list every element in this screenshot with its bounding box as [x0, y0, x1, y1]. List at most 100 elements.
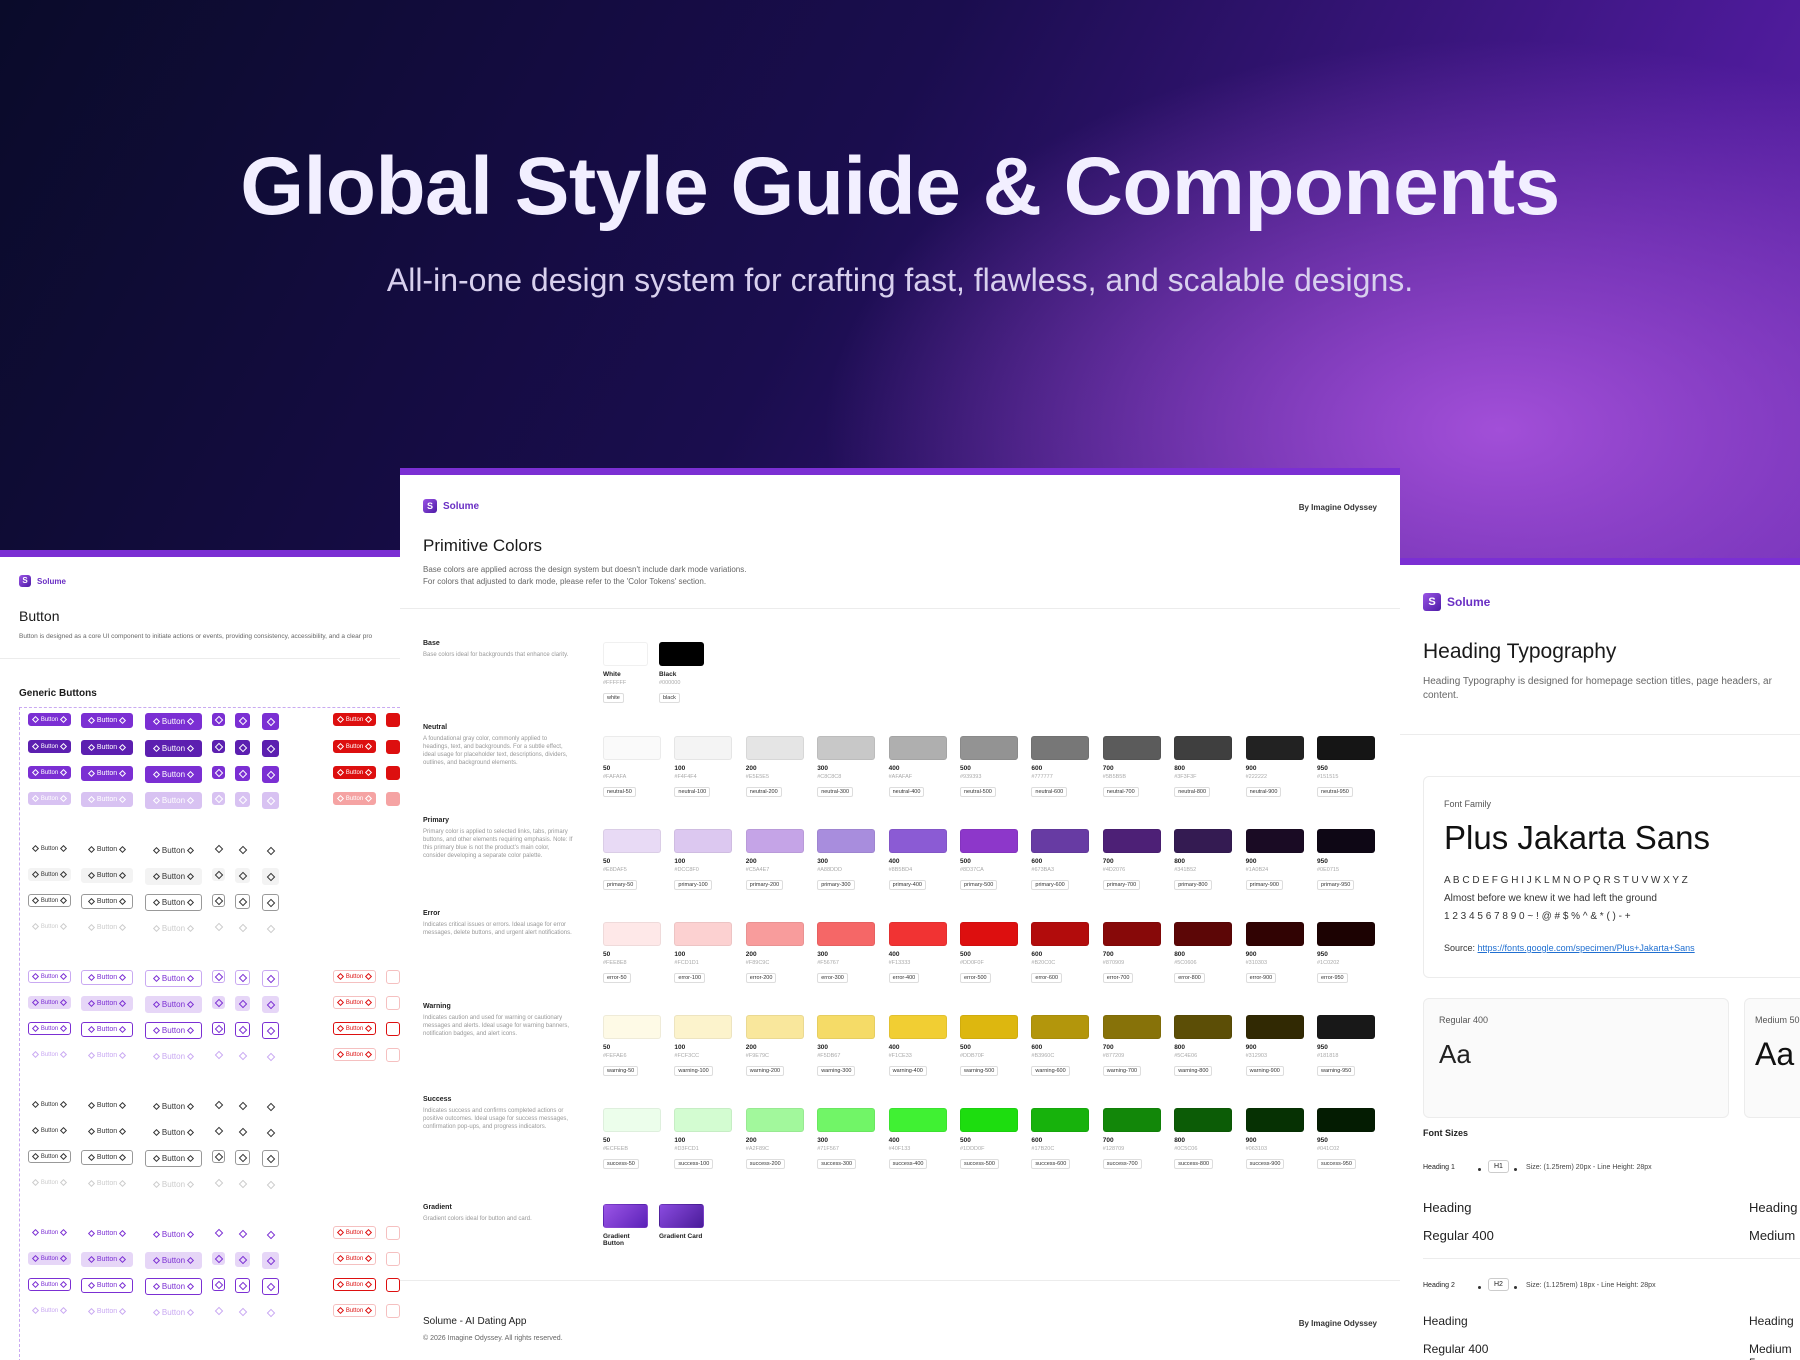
- swatch-success-300[interactable]: 300 #71F567 success-300: [817, 1108, 876, 1170]
- button-sample[interactable]: Button: [145, 740, 202, 757]
- swatch-error-400[interactable]: 400 #F13333 error-400: [888, 922, 947, 984]
- button-sample[interactable]: Button: [81, 1278, 133, 1293]
- danger-icon-button-sample[interactable]: [386, 1226, 400, 1240]
- danger-button-sample[interactable]: Button: [333, 1304, 376, 1317]
- icon-button-sample[interactable]: [235, 1098, 250, 1113]
- icon-button-sample[interactable]: [262, 1022, 279, 1039]
- icon-button-sample[interactable]: [212, 970, 225, 983]
- swatch-neutral-300[interactable]: 300 #C8C8C8 neutral-300: [817, 736, 876, 798]
- swatch-error-900[interactable]: 900 #310303 error-900: [1245, 922, 1304, 984]
- swatch-neutral-200[interactable]: 200 #E5E5E5 neutral-200: [745, 736, 804, 798]
- swatch-primary-800[interactable]: 800 #341B52 primary-800: [1174, 829, 1233, 891]
- icon-button-sample[interactable]: [212, 1150, 225, 1163]
- icon-button-sample[interactable]: [235, 868, 250, 883]
- button-sample[interactable]: Button: [28, 1124, 71, 1137]
- swatch-success-400[interactable]: 400 #40F133 success-400: [888, 1108, 947, 1170]
- swatch-white[interactable]: White #FFFFFF white: [603, 642, 648, 704]
- danger-icon-button-sample[interactable]: [386, 740, 400, 754]
- button-sample[interactable]: Button: [28, 1304, 71, 1317]
- button-sample[interactable]: Button: [81, 894, 133, 909]
- swatch-success-100[interactable]: 100 #D3FCD1 success-100: [674, 1108, 733, 1170]
- icon-button-sample[interactable]: [262, 1226, 279, 1243]
- swatch-success-800[interactable]: 800 #0C5C06 success-800: [1174, 1108, 1233, 1170]
- icon-button-sample[interactable]: [235, 792, 250, 807]
- button-sample[interactable]: Button: [81, 868, 133, 883]
- icon-button-sample[interactable]: [262, 970, 279, 987]
- button-sample[interactable]: Button: [28, 713, 71, 726]
- danger-icon-button-sample[interactable]: [386, 1304, 400, 1318]
- swatch-primary-600[interactable]: 600 #673BA3 primary-600: [1031, 829, 1090, 891]
- button-sample[interactable]: Button: [28, 1150, 71, 1163]
- button-sample[interactable]: Button: [145, 1098, 202, 1115]
- button-sample[interactable]: Button: [81, 740, 133, 755]
- button-sample[interactable]: Button: [145, 1022, 202, 1039]
- danger-icon-button-sample[interactable]: [386, 1048, 400, 1062]
- icon-button-sample[interactable]: [212, 1048, 225, 1061]
- icon-button-sample[interactable]: [235, 970, 250, 985]
- swatch-error-700[interactable]: 700 #870909 error-700: [1102, 922, 1161, 984]
- swatch-error-100[interactable]: 100 #FCD1D1 error-100: [674, 922, 733, 984]
- button-sample[interactable]: Button: [28, 1176, 71, 1189]
- button-sample[interactable]: Button: [28, 1226, 71, 1239]
- swatch-error-950[interactable]: 950 #1C0202 error-950: [1317, 922, 1375, 984]
- button-sample[interactable]: Button: [145, 1304, 202, 1321]
- icon-button-sample[interactable]: [235, 713, 250, 728]
- button-sample[interactable]: Button: [28, 970, 71, 983]
- swatch-error-800[interactable]: 800 #5C0606 error-800: [1174, 922, 1233, 984]
- icon-button-sample[interactable]: [262, 996, 279, 1013]
- icon-button-sample[interactable]: [262, 740, 279, 757]
- icon-button-sample[interactable]: [212, 740, 225, 753]
- icon-button-sample[interactable]: [262, 713, 279, 730]
- button-sample[interactable]: Button: [81, 1124, 133, 1139]
- icon-button-sample[interactable]: [235, 920, 250, 935]
- swatch-success-50[interactable]: 50 #ECFEEB success-50: [603, 1108, 661, 1170]
- button-sample[interactable]: Button: [81, 920, 133, 935]
- danger-button-sample[interactable]: Button: [333, 1252, 376, 1265]
- button-sample[interactable]: Button: [145, 1278, 202, 1295]
- swatch-neutral-100[interactable]: 100 #F4F4F4 neutral-100: [674, 736, 733, 798]
- danger-button-sample[interactable]: Button: [333, 1048, 376, 1061]
- swatch-warning-100[interactable]: 100 #FCF3CC warning-100: [674, 1015, 733, 1077]
- swatch-warning-700[interactable]: 700 #877209 warning-700: [1102, 1015, 1161, 1077]
- swatch-primary-400[interactable]: 400 #8B5BD4 primary-400: [888, 829, 947, 891]
- swatch-primary-200[interactable]: 200 #C5A4E7 primary-200: [745, 829, 804, 891]
- danger-button-sample[interactable]: Button: [333, 1226, 376, 1239]
- icon-button-sample[interactable]: [212, 1022, 225, 1035]
- icon-button-sample[interactable]: [235, 1278, 250, 1293]
- icon-button-sample[interactable]: [235, 1048, 250, 1063]
- swatch-error-50[interactable]: 50 #FEE8E8 error-50: [603, 922, 661, 984]
- swatch-warning-600[interactable]: 600 #B3960C warning-600: [1031, 1015, 1090, 1077]
- swatch-success-950[interactable]: 950 #041C02 success-950: [1317, 1108, 1375, 1170]
- button-sample[interactable]: Button: [28, 1252, 71, 1265]
- icon-button-sample[interactable]: [212, 1226, 225, 1239]
- button-sample[interactable]: Button: [28, 792, 71, 805]
- button-sample[interactable]: Button: [145, 996, 202, 1013]
- button-sample[interactable]: Button: [28, 1022, 71, 1035]
- swatch-primary-900[interactable]: 900 #1A0B24 primary-900: [1245, 829, 1304, 891]
- icon-button-sample[interactable]: [212, 1252, 225, 1265]
- button-sample[interactable]: Button: [81, 1252, 133, 1267]
- button-sample[interactable]: Button: [81, 842, 133, 857]
- swatch-primary-300[interactable]: 300 #A88DDD primary-300: [817, 829, 876, 891]
- icon-button-sample[interactable]: [262, 868, 279, 885]
- swatch-success-900[interactable]: 900 #063103 success-900: [1245, 1108, 1304, 1170]
- icon-button-sample[interactable]: [262, 1176, 279, 1193]
- icon-button-sample[interactable]: [262, 1304, 279, 1321]
- icon-button-sample[interactable]: [262, 920, 279, 937]
- swatch-neutral-700[interactable]: 700 #5B5B5B neutral-700: [1102, 736, 1161, 798]
- icon-button-sample[interactable]: [235, 1124, 250, 1139]
- icon-button-sample[interactable]: [235, 1022, 250, 1037]
- button-sample[interactable]: Button: [81, 1304, 133, 1319]
- danger-icon-button-sample[interactable]: [386, 996, 400, 1010]
- button-sample[interactable]: Button: [145, 894, 202, 911]
- icon-button-sample[interactable]: [235, 894, 250, 909]
- button-sample[interactable]: Button: [145, 1252, 202, 1269]
- button-sample[interactable]: Button: [81, 1176, 133, 1191]
- swatch-success-200[interactable]: 200 #A2F89C success-200: [745, 1108, 804, 1170]
- button-sample[interactable]: Button: [28, 766, 71, 779]
- swatch-primary-50[interactable]: 50 #E8DAF5 primary-50: [603, 829, 661, 891]
- swatch-neutral-950[interactable]: 950 #151515 neutral-950: [1317, 736, 1375, 798]
- button-sample[interactable]: Button: [81, 1150, 133, 1165]
- button-sample[interactable]: Button: [28, 894, 71, 907]
- danger-button-sample[interactable]: Button: [333, 740, 376, 753]
